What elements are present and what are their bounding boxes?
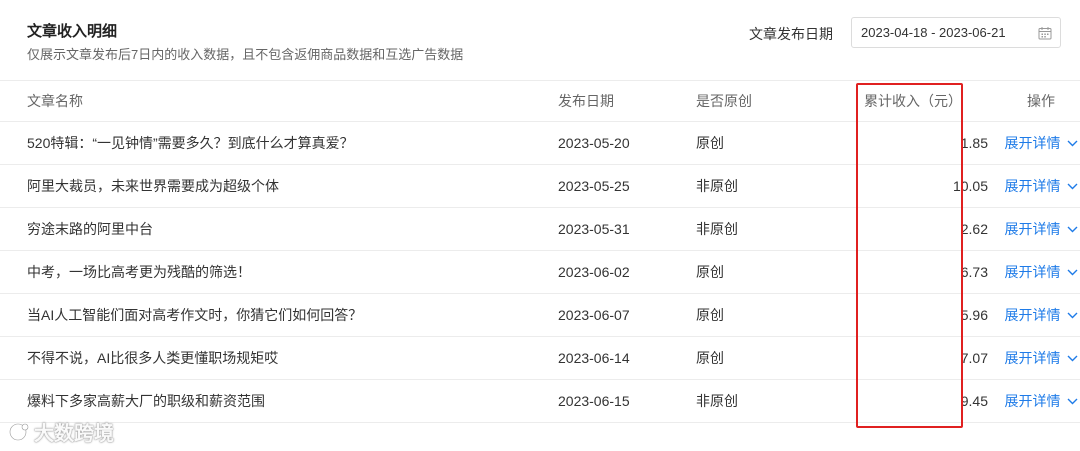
chevron-down-icon — [1067, 312, 1077, 318]
article-name: 不得不说，AI比很多人类更懂职场规矩哎 — [0, 336, 558, 380]
action-cell: 展开详情 — [1002, 121, 1080, 165]
calendar-icon[interactable] — [1038, 26, 1052, 40]
publish-date: 2023-06-07 — [558, 293, 696, 337]
page-title: 文章收入明细 — [27, 23, 118, 40]
chevron-down-icon — [1067, 398, 1077, 404]
chevron-down-icon — [1067, 140, 1077, 146]
original-status: 非原创 — [696, 164, 859, 208]
watermark: 大数跨境 — [8, 417, 114, 446]
original-status: 非原创 — [696, 207, 859, 251]
original-status: 原创 — [696, 250, 859, 294]
expand-details-link[interactable]: 展开详情 — [1005, 305, 1078, 325]
publish-date: 2023-06-02 — [558, 250, 696, 294]
cumulative-income: 5.96 — [859, 293, 1002, 337]
publish-date: 2023-06-15 — [558, 379, 696, 423]
cumulative-income: 2.62 — [859, 207, 1002, 251]
cumulative-income: 7.07 — [859, 336, 1002, 380]
original-status: 非原创 — [696, 379, 859, 423]
article-name: 当AI人工智能们面对高考作文时，你猜它们如何回答？ — [0, 293, 558, 337]
watermark-logo-icon — [8, 422, 29, 441]
action-cell: 展开详情 — [1002, 379, 1080, 423]
table-row: 520特辑：“一见钟情”需要多久？到底什么才算真爱？ 2023-05-20 原创 1.… — [0, 121, 1080, 165]
publish-date: 2023-05-31 — [558, 207, 696, 251]
page-subtitle: 仅展示文章发布后7日内的收入数据，且不包含返佣商品数据和互选广告数据 — [27, 47, 464, 62]
expand-details-link[interactable]: 展开详情 — [1005, 176, 1078, 196]
article-name: 520特辑：“一见钟情”需要多久？到底什么才算真爱？ — [0, 121, 558, 165]
date-range-value: 2023-04-18 - 2023-06-21 — [861, 25, 1006, 40]
table-row: 当AI人工智能们面对高考作文时，你猜它们如何回答？ 2023-06-07 原创 5.9… — [0, 293, 1080, 337]
table-row: 阿里大裁员，未来世界需要成为超级个体 2023-05-25 非原创 10.05 展开详情 — [0, 164, 1080, 208]
publish-date: 2023-05-20 — [558, 121, 696, 165]
original-status: 原创 — [696, 121, 859, 165]
action-cell: 展开详情 — [1002, 207, 1080, 251]
column-header-income: 累计收入（元） — [859, 80, 1002, 122]
expand-details-link[interactable]: 展开详情 — [1005, 348, 1078, 368]
article-name: 中考，一场比高考更为残酷的筛选！ — [0, 250, 558, 294]
chevron-down-icon — [1067, 269, 1077, 275]
article-name: 穷途末路的阿里中台 — [0, 207, 558, 251]
column-header-article-name: 文章名称 — [0, 80, 558, 122]
expand-details-label: 展开详情 — [1004, 350, 1061, 366]
table-row: 中考，一场比高考更为残酷的筛选！ 2023-06-02 原创 6.73 展开详情 — [0, 250, 1080, 294]
expand-details-link[interactable]: 展开详情 — [1005, 262, 1078, 282]
watermark-text: 大数跨境 — [34, 423, 114, 445]
original-status: 原创 — [696, 293, 859, 337]
cumulative-income: 1.85 — [859, 121, 1002, 165]
table-row: 穷途末路的阿里中台 2023-05-31 非原创 2.62 展开详情 — [0, 207, 1080, 251]
column-header-action: 操作 — [1002, 80, 1080, 122]
expand-details-link[interactable]: 展开详情 — [1005, 133, 1078, 153]
chevron-down-icon — [1067, 226, 1077, 232]
column-header-publish-date: 发布日期 — [558, 80, 696, 122]
chevron-down-icon — [1067, 183, 1077, 189]
income-details-card: 文章收入明细 仅展示文章发布后7日内的收入数据，且不包含返佣商品数据和互选广告数… — [0, 0, 1080, 451]
expand-details-label: 展开详情 — [1004, 178, 1061, 194]
action-cell: 展开详情 — [1002, 336, 1080, 380]
expand-details-label: 展开详情 — [1004, 135, 1061, 151]
chevron-down-icon — [1067, 355, 1077, 361]
action-cell: 展开详情 — [1002, 164, 1080, 208]
expand-details-label: 展开详情 — [1004, 393, 1061, 409]
expand-details-label: 展开详情 — [1004, 307, 1061, 323]
action-cell: 展开详情 — [1002, 293, 1080, 337]
table-row: 爆料下多家高薪大厂的职级和薪资范围 2023-06-15 非原创 9.45 展开详情 — [0, 379, 1080, 423]
publish-date: 2023-06-14 — [558, 336, 696, 380]
table-header-row: 文章名称 发布日期 是否原创 累计收入（元） 操作 — [0, 80, 1080, 122]
article-name: 阿里大裁员，未来世界需要成为超级个体 — [0, 164, 558, 208]
column-header-original: 是否原创 — [696, 80, 859, 122]
expand-details-link[interactable]: 展开详情 — [1005, 219, 1078, 239]
expand-details-link[interactable]: 展开详情 — [1005, 391, 1078, 411]
publish-date: 2023-05-25 — [558, 164, 696, 208]
expand-details-label: 展开详情 — [1004, 221, 1061, 237]
date-filter-label: 文章发布日期 — [749, 26, 833, 42]
cumulative-income: 10.05 — [859, 164, 1002, 208]
expand-details-label: 展开详情 — [1004, 264, 1061, 280]
action-cell: 展开详情 — [1002, 250, 1080, 294]
card-header: 文章收入明细 仅展示文章发布后7日内的收入数据，且不包含返佣商品数据和互选广告数… — [0, 0, 1080, 81]
cumulative-income: 6.73 — [859, 250, 1002, 294]
date-range-picker[interactable]: 2023-04-18 - 2023-06-21 — [851, 17, 1061, 48]
income-table: 文章名称 发布日期 是否原创 累计收入（元） 操作 520特辑：“一见钟情”需要… — [0, 80, 1080, 423]
table-row: 不得不说，AI比很多人类更懂职场规矩哎 2023-06-14 原创 7.07 展开详情 — [0, 336, 1080, 380]
cumulative-income: 9.45 — [859, 379, 1002, 423]
original-status: 原创 — [696, 336, 859, 380]
